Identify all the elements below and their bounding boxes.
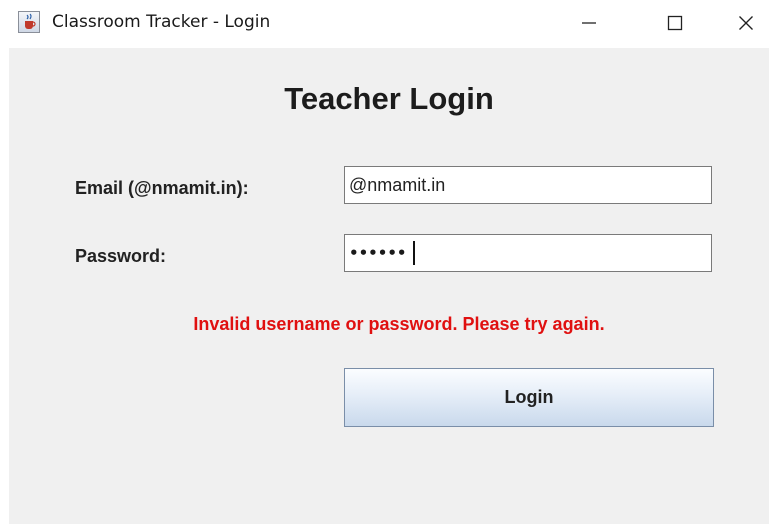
- password-label: Password:: [75, 246, 167, 266]
- maximize-icon: [667, 15, 683, 31]
- close-button[interactable]: [723, 0, 769, 46]
- login-panel: Teacher Login Email (@nmamit.in): Passwo…: [9, 48, 769, 524]
- title-bar[interactable]: Classroom Tracker - Login: [0, 0, 769, 46]
- email-label: Email (@nmamit.in):: [75, 178, 249, 198]
- window-title: Classroom Tracker - Login: [52, 12, 271, 32]
- text-caret: [412, 241, 415, 265]
- login-button[interactable]: Login: [344, 368, 714, 427]
- page-title: Teacher Login: [284, 81, 494, 116]
- password-masked-value: ••••••: [349, 244, 407, 262]
- minimize-icon: [582, 22, 596, 24]
- password-field[interactable]: ••••••: [344, 234, 712, 272]
- close-icon: [739, 16, 753, 30]
- minimize-button[interactable]: [566, 0, 612, 46]
- error-message: Invalid username or password. Please try…: [193, 314, 605, 334]
- java-cup-icon: [18, 11, 40, 33]
- email-field[interactable]: [344, 166, 712, 204]
- login-window: Classroom Tracker - Login Teacher Login …: [0, 0, 769, 524]
- maximize-button[interactable]: [652, 0, 698, 46]
